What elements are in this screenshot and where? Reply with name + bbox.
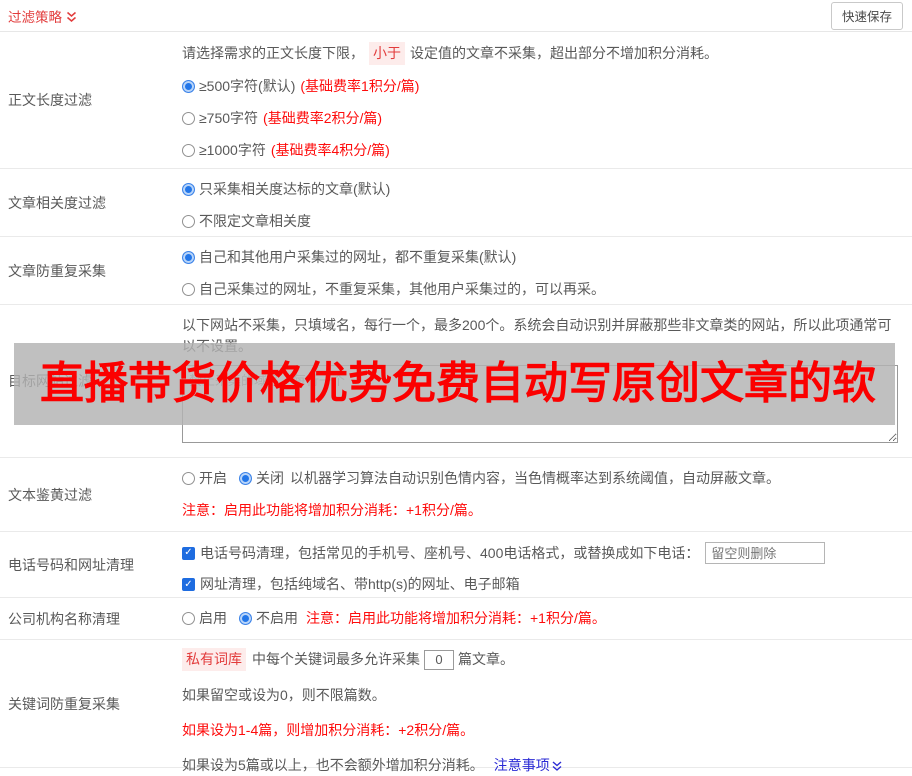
notice-link-label: 注意事项 (493, 757, 550, 773)
content-length-intro: 请选择需求的正文长度下限， 小于 设定值的文章不采集，超出部分不增加积分消耗。 (182, 42, 904, 65)
radio-label-off[interactable]: 关闭 (256, 468, 284, 489)
chevron-double-down-icon (66, 11, 77, 23)
radio-selected-icon[interactable] (239, 472, 252, 485)
radio-option-1000[interactable]: ≥1000字符 (基础费率4积分/篇) (182, 140, 904, 161)
radio-label-off[interactable]: 不启用 (256, 608, 298, 629)
notice-items-link[interactable]: 注意事项 (494, 755, 562, 776)
radio-unselected-icon[interactable] (182, 472, 195, 485)
porn-filter-note: 注意：启用此功能将增加积分消耗：+1积分/篇。 (182, 502, 482, 518)
phone-clean-option: ✓ 电话号码清理，包括常见的手机号、座机号、400电话格式，或替换成如下电话： (182, 542, 904, 564)
target-site-desc: 以下网站不采集，只填域名，每行一个，最多200个。系统会自动识别并屏蔽那些非文章… (182, 317, 892, 354)
row-content: 启用 不启用 注意：启用此功能将增加积分消耗：+1积分/篇。 (182, 598, 912, 639)
row-phone-url-clean: 电话号码和网址清理 ✓ 电话号码清理，包括常见的手机号、座机号、400电话格式，… (0, 532, 912, 598)
checkbox-label: 网址清理，包括纯域名、带http(s)的网址、电子邮箱 (200, 576, 520, 592)
fee-note: (基础费率2积分/篇) (263, 110, 383, 126)
row-content: 开启 关闭 以机器学习算法自动识别色情内容，当色情概率达到系统阈值，自动屏蔽文章… (182, 458, 912, 531)
radio-label: 自己采集过的网址，不重复采集，其他用户采集过的，可以再采。 (199, 281, 605, 297)
radio-selected-icon[interactable] (239, 612, 252, 625)
row-content: 私有词库 中每个关键词最多允许采集 篇文章。 如果留空或设为0，则不限篇数。 如… (182, 640, 912, 773)
chevron-double-down-icon (552, 761, 562, 772)
row-content: 以下网站不采集，只填域名，每行一个，最多200个。系统会自动识别并屏蔽那些非文章… (182, 305, 912, 457)
radio-label: ≥500字符(默认) (199, 78, 296, 94)
row-label: 公司机构名称清理 (8, 610, 120, 627)
row-dedup-collection: 文章防重复采集 自己和其他用户采集过的网址，都不重复采集(默认) 自己采集过的网… (0, 237, 912, 305)
less-than-highlight: 小于 (369, 42, 405, 65)
intro-text-after: 设定值的文章不采集，超出部分不增加积分消耗。 (410, 45, 718, 61)
private-lexicon-link[interactable]: 私有词库 (182, 648, 246, 671)
page-title: 过滤策略 (8, 9, 62, 25)
row-label: 文章相关度过滤 (8, 194, 106, 211)
row-label: 正文长度过滤 (8, 92, 92, 108)
radio-option-dedup-self[interactable]: 自己采集过的网址，不重复采集，其他用户采集过的，可以再采。 (182, 279, 904, 300)
radio-unselected-icon[interactable] (182, 283, 195, 296)
keyword-article-count-input[interactable] (424, 649, 454, 670)
limit-text-end: 篇文章。 (458, 651, 514, 667)
radio-option-750[interactable]: ≥750字符 (基础费率2积分/篇) (182, 108, 904, 129)
radio-unselected-icon[interactable] (182, 215, 195, 228)
row-label: 文本鉴黄过滤 (8, 486, 92, 503)
radio-option-500[interactable]: ≥500字符(默认) (基础费率1积分/篇) (182, 76, 904, 97)
keyword-note-cost: 如果设为1-4篇，则增加积分消耗：+2积分/篇。 (182, 722, 475, 738)
row-label: 文章防重复采集 (8, 262, 106, 279)
checkbox-checked-icon[interactable]: ✓ (182, 546, 195, 560)
radio-label: 只采集相关度达标的文章(默认) (199, 181, 391, 197)
row-content: 请选择需求的正文长度下限， 小于 设定值的文章不采集，超出部分不增加积分消耗。 ≥5… (182, 32, 912, 168)
radio-label-on[interactable]: 开启 (199, 468, 227, 489)
porn-filter-desc: 以机器学习算法自动识别色情内容，当色情概率达到系统阈值，自动屏蔽文章。 (290, 470, 780, 486)
filter-strategy-page: 过滤策略 快速保存 正文长度过滤 请选择需求的正文长度下限， 小于 设定值的文章不采… (0, 0, 912, 773)
row-target-site-filter: 目标网站过滤 以下网站不采集，只填域名，每行一个，最多200个。系统会自动识别并… (0, 305, 912, 458)
radio-option-dedup-all[interactable]: 自己和其他用户采集过的网址，都不重复采集(默认) (182, 247, 904, 268)
radio-label-on[interactable]: 启用 (199, 608, 227, 629)
row-content: 自己和其他用户采集过的网址，都不重复采集(默认) 自己采集过的网址，不重复采集，… (182, 237, 912, 304)
radio-selected-icon[interactable] (182, 183, 195, 196)
url-clean-option: ✓ 网址清理，包括纯域名、带http(s)的网址、电子邮箱 (182, 574, 904, 595)
row-content: 只采集相关度达标的文章(默认) 不限定文章相关度 (182, 169, 912, 236)
checkbox-label: 电话号码清理，包括常见的手机号、座机号、400电话格式，或替换成如下电话： (200, 544, 700, 561)
keyword-limit-line: 私有词库 中每个关键词最多允许采集 篇文章。 (182, 648, 904, 671)
radio-unselected-icon[interactable] (182, 112, 195, 125)
radio-label: 自己和其他用户采集过的网址，都不重复采集(默认) (199, 249, 517, 265)
radio-selected-icon[interactable] (182, 251, 195, 264)
keyword-note-unlimited: 如果留空或设为0，则不限篇数。 (182, 687, 386, 703)
radio-label: ≥1000字符 (199, 142, 266, 158)
row-keyword-dedup: 关键词防重复采集 私有词库 中每个关键词最多允许采集 篇文章。 如果留空或设为0… (0, 640, 912, 773)
row-label: 关键词防重复采集 (8, 695, 120, 712)
fee-note: (基础费率1积分/篇) (300, 78, 420, 94)
blocked-domains-textarea[interactable] (182, 365, 898, 443)
radio-unselected-icon[interactable] (182, 612, 195, 625)
topbar: 过滤策略 快速保存 (0, 0, 912, 32)
row-porn-filter: 文本鉴黄过滤 开启 关闭 以机器学习算法自动识别色情内容，当色情概率达到系统阈值… (0, 458, 912, 532)
radio-label: 不限定文章相关度 (199, 213, 311, 229)
company-clean-note: 注意：启用此功能将增加积分消耗：+1积分/篇。 (306, 610, 606, 626)
replacement-phone-input[interactable] (705, 542, 826, 564)
quick-save-button[interactable]: 快速保存 (830, 1, 903, 30)
porn-filter-options: 开启 关闭 以机器学习算法自动识别色情内容，当色情概率达到系统阈值，自动屏蔽文章… (182, 468, 904, 489)
row-company-clean: 公司机构名称清理 启用 不启用 注意：启用此功能将增加积分消耗：+1积分/篇。 (0, 598, 912, 640)
section-toggle-filter-strategy[interactable]: 过滤策略 (8, 6, 77, 26)
row-label: 电话号码和网址清理 (8, 556, 134, 573)
intro-text: 请选择需求的正文长度下限， (182, 45, 364, 61)
note-text: 如果设为5篇或以上，也不会额外增加积分消耗。 (182, 757, 484, 773)
radio-option-relevance-any[interactable]: 不限定文章相关度 (182, 211, 904, 232)
checkbox-checked-icon[interactable]: ✓ (182, 578, 195, 591)
keyword-note-five-plus: 如果设为5篇或以上，也不会额外增加积分消耗。 注意事项 (182, 755, 904, 776)
fee-note: (基础费率4积分/篇) (270, 142, 390, 158)
radio-label: ≥750字符 (199, 110, 259, 126)
row-content: ✓ 电话号码清理，包括常见的手机号、座机号、400电话格式，或替换成如下电话： … (182, 532, 912, 597)
row-content-length-filter: 正文长度过滤 请选择需求的正文长度下限， 小于 设定值的文章不采集，超出部分不增加积… (0, 32, 912, 169)
limit-text: 中每个关键词最多允许采集 (252, 651, 420, 667)
radio-unselected-icon[interactable] (182, 144, 195, 157)
radio-selected-icon[interactable] (182, 80, 195, 93)
company-clean-options: 启用 不启用 注意：启用此功能将增加积分消耗：+1积分/篇。 (182, 608, 606, 629)
radio-option-relevance-strict[interactable]: 只采集相关度达标的文章(默认) (182, 179, 904, 200)
row-relevance-filter: 文章相关度过滤 只采集相关度达标的文章(默认) 不限定文章相关度 (0, 169, 912, 237)
row-label: 目标网站过滤 (8, 373, 92, 389)
